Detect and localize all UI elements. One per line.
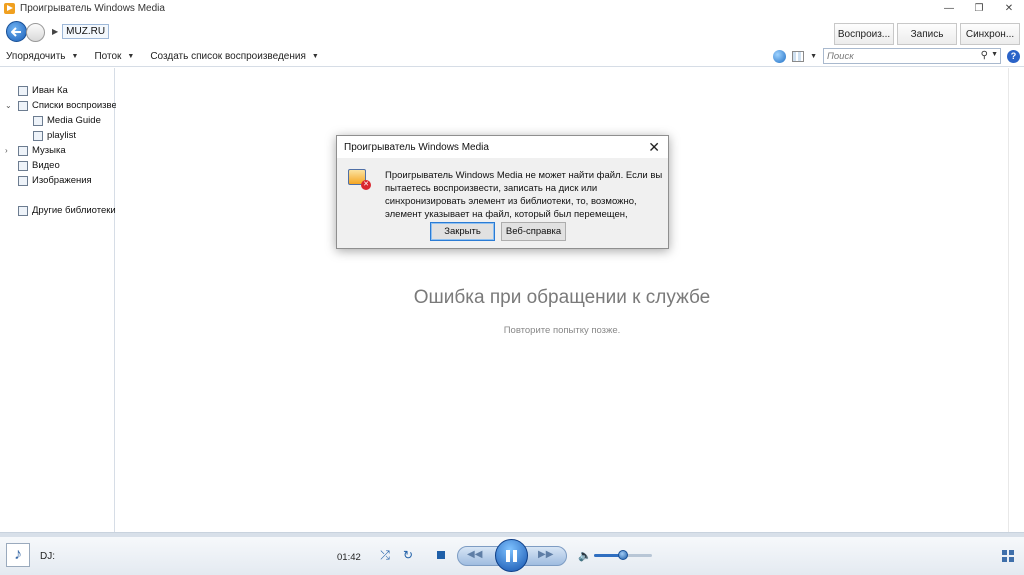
media-error-icon — [348, 169, 371, 190]
stop-button[interactable] — [432, 547, 450, 563]
sidebar-item-playlist[interactable]: playlist — [0, 128, 114, 143]
dropdown-arrow-icon: ▼ — [311, 52, 319, 60]
search-dropdown-icon[interactable]: ▼ — [991, 51, 998, 58]
library-sidebar: Иван Ка ⌄ Списки воспроизведения Media G… — [0, 68, 143, 532]
back-arrow-icon — [11, 26, 21, 37]
search-input[interactable]: Поиск ⚲ ▼ — [823, 48, 1001, 64]
sidebar-item-video[interactable]: Видео — [0, 158, 114, 173]
sidebar-item-label: Другие библиотеки — [32, 205, 116, 216]
media-guide-globe-icon[interactable] — [773, 49, 787, 63]
sidebar-item-media-guide[interactable]: Media Guide — [0, 113, 114, 128]
view-options-dropdown-icon[interactable]: ▼ — [810, 53, 817, 60]
dialog-close-icon[interactable]: ✕ — [648, 139, 660, 156]
create-playlist-menu[interactable]: Создать список воспроизведения ▼ — [150, 51, 318, 62]
stream-menu[interactable]: Поток ▼ — [94, 51, 134, 62]
back-button[interactable] — [6, 21, 27, 42]
music-note-icon — [18, 145, 28, 156]
pictures-icon — [18, 175, 28, 186]
now-playing-label: DJ: — [40, 551, 55, 562]
now-playing-music-note-icon: ♪ — [6, 543, 30, 567]
create-playlist-label: Создать список воспроизведения — [150, 50, 306, 62]
breadcrumb-item[interactable]: MUZ.RU — [62, 24, 110, 39]
expanded-chevron-icon[interactable]: ⌄ — [5, 101, 12, 110]
close-button[interactable]: Закрыть — [430, 222, 495, 241]
grid-cell — [1009, 557, 1014, 562]
pause-icon — [513, 549, 517, 562]
dialog-title-bar: Проигрыватель Windows Media ✕ — [337, 136, 668, 158]
speaker-icon[interactable]: 🔈 — [578, 549, 592, 562]
search-icon[interactable]: ⚲ — [981, 50, 988, 61]
service-error-title: Ошибка при обращении к службе — [413, 287, 711, 308]
window-controls: — ❐ ✕ — [934, 0, 1024, 17]
video-icon — [18, 160, 28, 171]
toolbar-right: ▼ Поиск ⚲ ▼ ? — [773, 48, 1020, 64]
other-libraries-icon — [18, 205, 28, 216]
sidebar-item-music[interactable]: › Музыка — [0, 143, 114, 158]
tab-burn[interactable]: Запись — [897, 23, 957, 45]
grid-cell — [1002, 550, 1007, 555]
maximize-button[interactable]: ❐ — [964, 0, 994, 17]
stream-label: Поток — [94, 50, 122, 62]
playlists-icon — [18, 100, 28, 111]
sidebar-item-label: Иван Ка — [32, 85, 68, 96]
elapsed-time: 01:42 — [337, 552, 361, 563]
organize-menu[interactable]: Упорядочить ▼ — [6, 51, 78, 62]
navigation-bar: ▶ MUZ.RU Воспроиз... Запись Синхрон... — [0, 17, 1024, 46]
view-options-icon[interactable] — [792, 50, 805, 62]
service-error-subtitle: Повторите попытку позже. — [503, 325, 621, 336]
sidebar-item-user-library[interactable]: Иван Ка — [0, 83, 114, 98]
breadcrumb-chevron-icon[interactable]: ▶ — [52, 27, 58, 36]
window-title: Проигрыватель Windows Media — [20, 3, 165, 14]
title-bar: Проигрыватель Windows Media — ❐ ✕ — [0, 0, 1024, 17]
tab-sync[interactable]: Синхрон... — [960, 23, 1020, 45]
tabs: Воспроиз... Запись Синхрон... — [834, 23, 1020, 45]
sidebar-item-label: Изображения — [32, 175, 92, 186]
tab-play[interactable]: Воспроиз... — [834, 23, 894, 45]
seek-bar[interactable] — [0, 533, 1024, 537]
dropdown-arrow-icon: ▼ — [127, 52, 135, 60]
sidebar-item-pictures[interactable]: Изображения — [0, 173, 114, 188]
sidebar-item-label: playlist — [47, 130, 77, 141]
web-help-button[interactable]: Веб-справка — [501, 222, 566, 241]
wmp-app-icon — [4, 3, 15, 14]
dropdown-arrow-icon: ▼ — [71, 52, 79, 60]
previous-icon[interactable]: ◀◀ — [467, 549, 482, 560]
close-window-button[interactable]: ✕ — [994, 0, 1024, 17]
switch-to-now-playing-icon[interactable] — [1002, 550, 1014, 562]
stop-icon — [437, 551, 445, 559]
dialog-body: Проигрыватель Windows Media не может най… — [337, 158, 668, 249]
pause-button[interactable] — [495, 539, 528, 572]
organize-label: Упорядочить — [6, 50, 66, 62]
playlist-icon — [33, 115, 43, 126]
vertical-scrollbar[interactable] — [1008, 68, 1024, 532]
sidebar-item-playlists[interactable]: ⌄ Списки воспроизведения — [0, 98, 143, 113]
pause-icon — [506, 549, 510, 562]
sidebar-item-label: Media Guide — [47, 115, 101, 126]
next-icon[interactable]: ▶▶ — [538, 549, 553, 560]
search-placeholder: Поиск — [827, 50, 854, 62]
help-icon[interactable]: ? — [1007, 49, 1020, 63]
error-dialog: Проигрыватель Windows Media ✕ Проигрыват… — [336, 135, 669, 249]
breadcrumb: ▶ MUZ.RU — [52, 24, 110, 39]
collapsed-chevron-icon[interactable]: › — [5, 146, 8, 155]
forward-button[interactable] — [26, 23, 45, 42]
shuffle-icon[interactable]: ⤮ — [376, 547, 394, 563]
toolbar: Упорядочить ▼ Поток ▼ Создать список вос… — [0, 46, 1024, 67]
playlist-icon — [33, 130, 43, 141]
wmp-window: Проигрыватель Windows Media — ❐ ✕ ▶ MUZ.… — [0, 0, 1024, 575]
grid-cell — [1009, 550, 1014, 555]
user-library-icon — [18, 85, 28, 96]
repeat-icon[interactable]: ↻ — [399, 547, 417, 563]
sidebar-item-label: Видео — [32, 160, 60, 171]
dialog-message: Проигрыватель Windows Media не может най… — [385, 170, 663, 220]
volume-slider-thumb[interactable] — [618, 550, 628, 560]
sidebar-item-other-libraries[interactable]: Другие библиотеки — [0, 203, 116, 218]
minimize-button[interactable]: — — [934, 0, 964, 17]
grid-cell — [1002, 557, 1007, 562]
dialog-title: Проигрыватель Windows Media — [344, 141, 489, 153]
player-controls-bar: ♪ DJ: 01:42 ⤮ ↻ ◀◀ ▶▶ 🔈 — [0, 532, 1024, 575]
sidebar-item-label: Музыка — [32, 145, 66, 156]
